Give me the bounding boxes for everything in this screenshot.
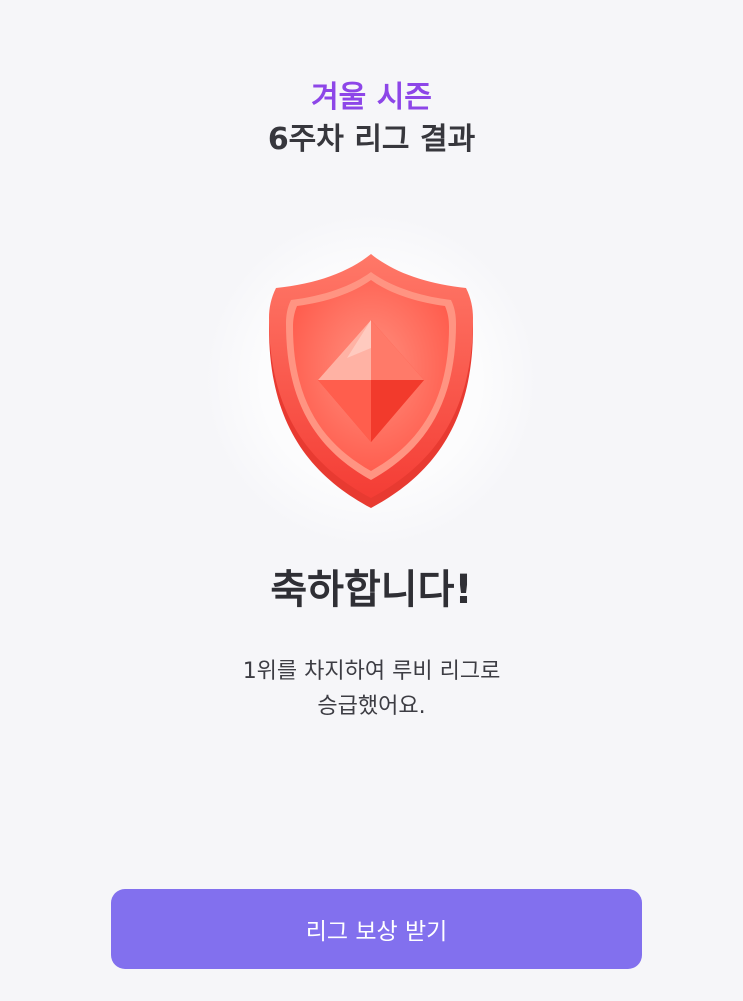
- ruby-league-shield-icon: [269, 254, 473, 508]
- promotion-message-line-1: 1위를 차지하여 루비 리그로: [242, 659, 501, 684]
- season-title: 겨울 시즌: [311, 80, 432, 115]
- week-result-title: 6주차 리그 결과: [267, 122, 476, 157]
- promotion-message: 1위를 차지하여 루비 리그로 승급했어요.: [0, 654, 743, 724]
- claim-league-reward-button[interactable]: 리그 보상 받기: [111, 889, 642, 969]
- promotion-message-line-2: 승급했어요.: [317, 694, 426, 719]
- league-result-header: 겨울 시즌 6주차 리그 결과: [0, 78, 743, 162]
- congratulations-heading: 축하합니다!: [270, 567, 473, 613]
- league-badge: [196, 210, 546, 550]
